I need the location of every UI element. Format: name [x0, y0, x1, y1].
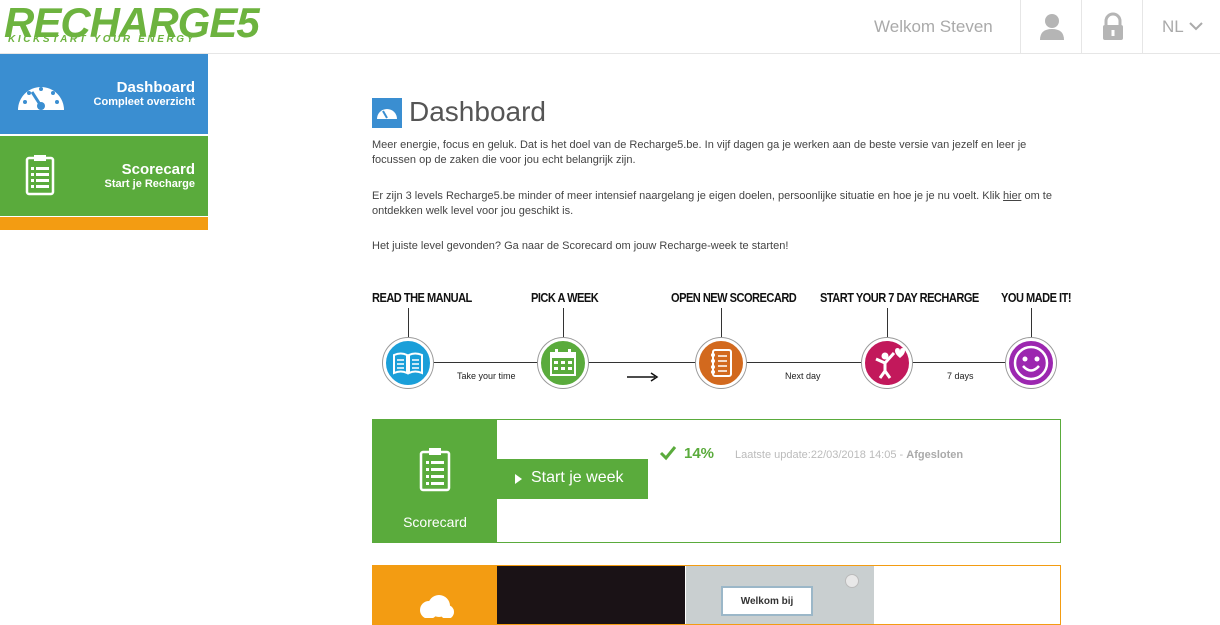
cloud-tile[interactable]: [373, 566, 497, 624]
intro-paragraph: Meer energie, focus en geluk. Dat is het…: [372, 139, 1027, 166]
sidebar-accent-bar: [0, 217, 208, 230]
play-icon: [515, 474, 522, 484]
connector-label: 7 days: [947, 371, 974, 381]
step-label: READ THE MANUAL: [372, 290, 472, 305]
step-stem: [887, 308, 888, 338]
clipboard-icon: [418, 447, 452, 493]
sidebar-item-scorecard[interactable]: Scorecard Start je Recharge: [0, 136, 208, 216]
sidebar-item-label: Scorecard: [121, 161, 195, 178]
welcome-sign: Welkom bij: [721, 586, 813, 616]
scorecard-tile-label: Scorecard: [403, 514, 467, 530]
cta-paragraph: Het juiste level gevonden? Ga naar de Sc…: [372, 240, 789, 252]
step-label: YOU MADE IT!: [1001, 290, 1072, 305]
step-stem: [563, 308, 564, 338]
heart-person-icon: [862, 338, 912, 388]
header-divider: [1142, 0, 1143, 54]
status-text: Afgesloten: [906, 449, 964, 461]
dashboard-title-icon: [372, 98, 402, 128]
header-divider: [1020, 0, 1021, 54]
clock-icon: [845, 574, 859, 588]
levels-paragraph: Er zijn 3 levels Recharge5.be minder of …: [372, 189, 1064, 219]
clipboard-icon: [14, 154, 68, 198]
recharge5-logo[interactable]: RECHARGE5 KICKSTART YOUR ENERGY: [4, 0, 260, 49]
step-connector: [912, 362, 1006, 363]
language-selector[interactable]: NL: [1162, 17, 1184, 37]
scorecard-tile[interactable]: Scorecard: [373, 420, 497, 542]
step-stem: [1031, 308, 1032, 338]
top-header: RECHARGE5 KICKSTART YOUR ENERGY Welkom S…: [0, 0, 1220, 54]
welcome-text: Welkom Steven: [874, 17, 993, 36]
sidebar-item-dashboard[interactable]: Dashboard Compleet overzicht: [0, 54, 208, 134]
user-icon[interactable]: [1038, 12, 1066, 42]
start-week-button[interactable]: Start je week: [497, 459, 648, 499]
step-label: START YOUR 7 DAY RECHARGE: [820, 290, 979, 305]
page-title: Dashboard: [409, 96, 546, 127]
dark-photo-thumbnail[interactable]: [497, 566, 685, 624]
book-icon: [383, 338, 433, 388]
chevron-down-icon[interactable]: [1188, 19, 1204, 31]
step-stem: [408, 308, 409, 338]
scorecard-card: Scorecard Start je week 14% Laatste upda…: [372, 419, 1061, 543]
cloud-icon: [415, 594, 455, 619]
last-update-timestamp: Laatste update:22/03/2018 14:05 -: [735, 449, 907, 461]
step-connector: [588, 362, 696, 363]
calendar-icon: [538, 338, 588, 388]
sidebar-item-sublabel: Compleet overzicht: [93, 96, 195, 108]
step-label: PICK A WEEK: [531, 290, 599, 305]
levels-text-before: Er zijn 3 levels Recharge5.be minder of …: [372, 190, 1004, 202]
smiley-icon: [1006, 338, 1056, 388]
step-connector: [746, 362, 862, 363]
progress-percent: 14%: [684, 445, 715, 462]
connector-label: Take your time: [457, 371, 516, 381]
step-label: OPEN NEW SCORECARD: [671, 290, 797, 305]
connector-label: Next day: [785, 371, 821, 381]
lock-icon[interactable]: [1099, 12, 1127, 42]
header-divider: [1081, 0, 1082, 54]
notebook-icon: [696, 338, 746, 388]
start-week-label: Start je week: [531, 469, 624, 486]
speedometer-icon: [14, 72, 68, 116]
step-stem: [721, 308, 722, 338]
sidebar-item-sublabel: Start je Recharge: [104, 178, 195, 190]
last-update-text: Laatste update:22/03/2018 14:05 - Afgesl…: [735, 449, 963, 461]
step-connector: [433, 362, 538, 363]
hier-link[interactable]: hier: [1003, 190, 1021, 202]
checkmark-icon: [659, 445, 677, 461]
next-card: Welkom bij: [372, 565, 1061, 625]
sidebar-item-label: Dashboard: [116, 79, 195, 96]
arrow-right-icon: [627, 369, 659, 382]
logo-tagline: KICKSTART YOUR ENERGY: [8, 34, 196, 45]
